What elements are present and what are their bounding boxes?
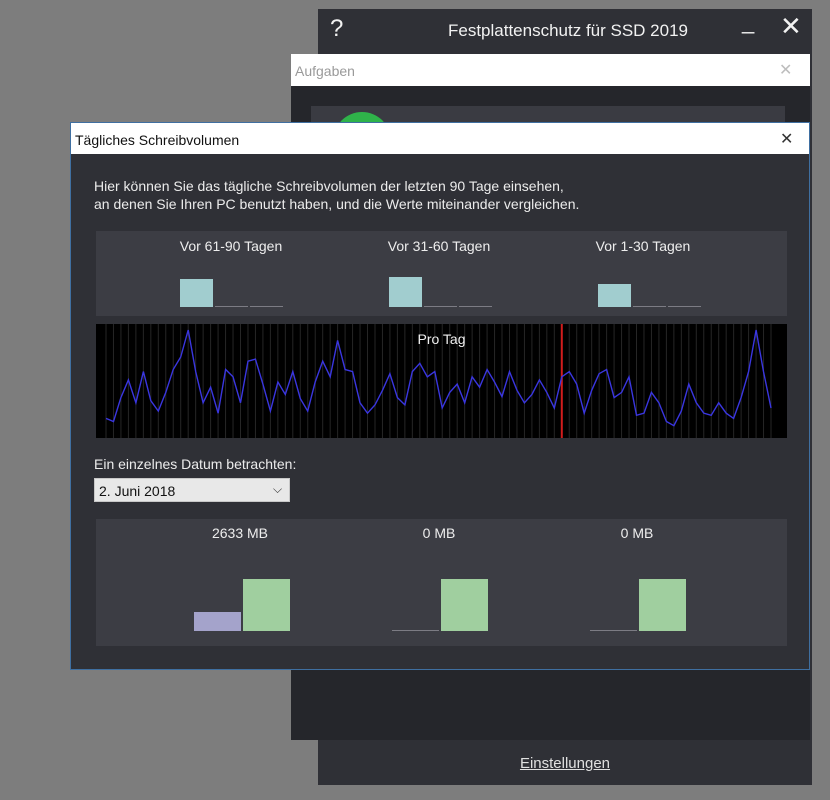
chart-label: Pro Tag — [417, 331, 466, 347]
mb-value-3: 0 MB — [620, 525, 654, 541]
tasks-close-button[interactable]: ✕ — [779, 60, 792, 80]
per-day-chart: Pro Tag — [96, 324, 787, 438]
minimize-button[interactable]: _ — [742, 9, 754, 35]
mb-bar-empty — [392, 630, 439, 631]
mb-bar — [194, 612, 241, 631]
period-bar — [389, 277, 422, 307]
period-bar-empty — [424, 306, 457, 307]
description-line-2: an denen Sie Ihren PC benutzt haben, und… — [94, 196, 580, 212]
mb-bar — [243, 579, 290, 631]
period-comparison-panel: Vor 61-90 Tagen Vor 31-60 Tagen Vor 1-30… — [96, 231, 787, 316]
period-bar-empty — [633, 306, 666, 307]
dialog-title: Tägliches Schreibvolumen — [75, 132, 240, 148]
dialog-close-button[interactable]: ✕ — [780, 129, 793, 149]
period-bar-empty — [459, 306, 492, 307]
description-line-1: Hier können Sie das tägliche Schreibvolu… — [94, 178, 564, 194]
period-bar-empty — [215, 306, 248, 307]
period-label-61-90: Vor 61-90 Tagen — [179, 238, 283, 254]
date-dropdown[interactable]: 2. Juni 2018 ⌵ — [94, 478, 290, 502]
period-label-31-60: Vor 31-60 Tagen — [387, 238, 491, 254]
main-window-title: Festplattenschutz für SSD 2019 — [447, 21, 689, 40]
period-label-1-30: Vor 1-30 Tagen — [595, 238, 691, 254]
settings-link[interactable]: Einstellungen — [318, 755, 812, 772]
tasks-window-title: Aufgaben — [295, 63, 355, 79]
help-button[interactable]: ? — [330, 15, 343, 43]
period-bar-empty — [250, 306, 283, 307]
period-bar-empty — [668, 306, 701, 307]
period-bar — [180, 279, 213, 307]
single-date-label: Ein einzelnes Datum betrachten: — [94, 456, 297, 472]
chevron-down-icon: ⌵ — [273, 482, 283, 496]
mb-value-2: 0 MB — [422, 525, 456, 541]
mb-bar — [639, 579, 686, 631]
date-dropdown-value: 2. Juni 2018 — [99, 483, 176, 499]
mb-bar — [441, 579, 488, 631]
daily-write-volume-dialog: Tägliches Schreibvolumen ✕ Hier können S… — [70, 122, 810, 670]
period-bar — [598, 284, 631, 307]
mb-bar-empty — [590, 630, 637, 631]
mb-value-1: 2633 MB — [211, 525, 269, 541]
close-main-button[interactable]: ✕ — [780, 13, 802, 39]
dialog-description: Hier können Sie das tägliche Schreibvolu… — [94, 177, 774, 213]
dialog-title-bar: Tägliches Schreibvolumen ✕ — [71, 123, 809, 154]
tasks-title-bar: Aufgaben ✕ — [291, 54, 810, 86]
single-date-panel: 2633 MB 0 MB 0 MB — [96, 519, 787, 646]
